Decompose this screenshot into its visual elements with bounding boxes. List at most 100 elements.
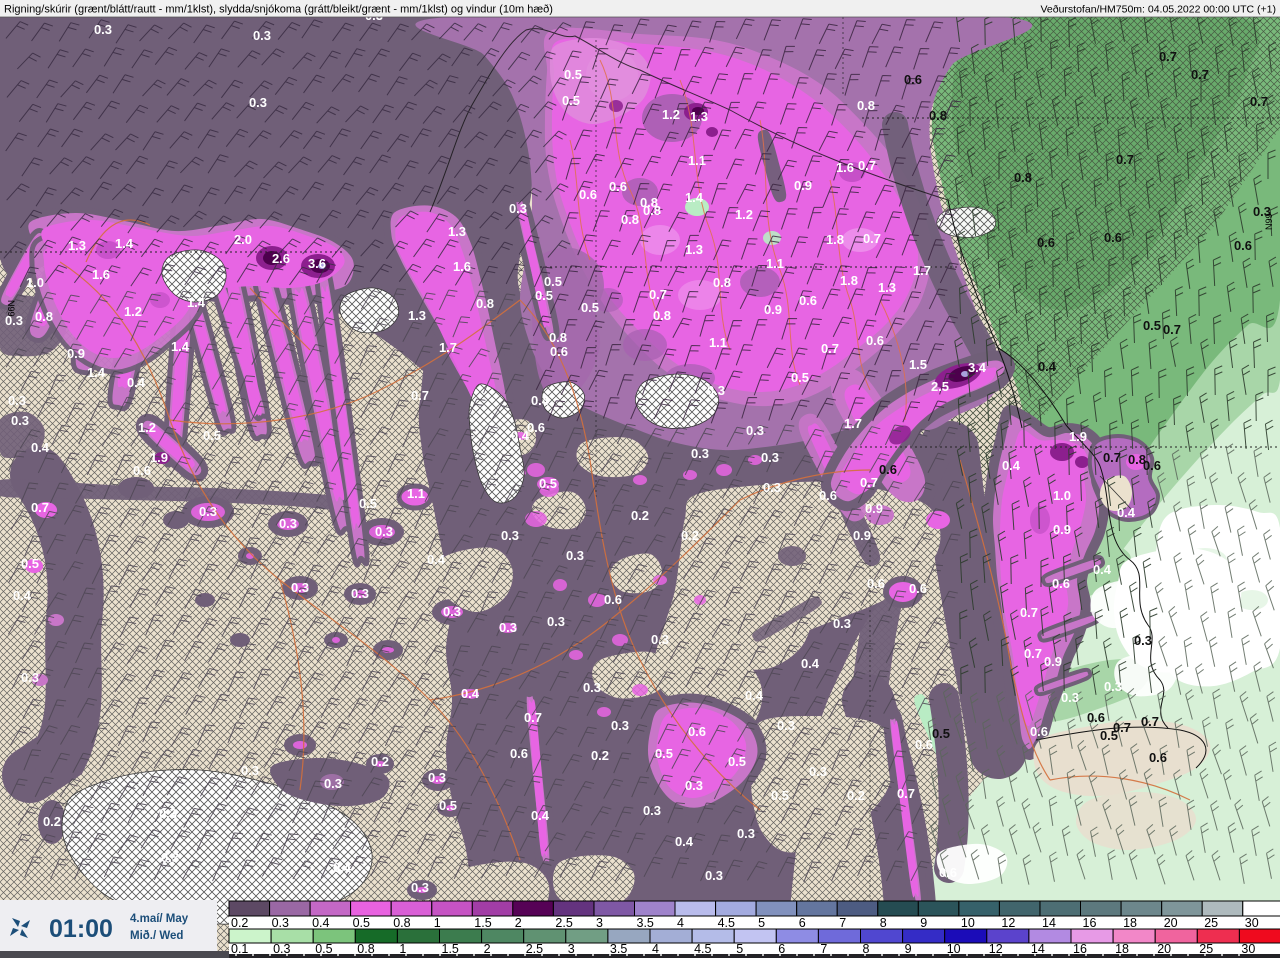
svg-text:0.3: 0.3 [443,604,461,619]
svg-text:0.7: 0.7 [1020,605,1038,620]
svg-text:0.4: 0.4 [1093,562,1112,577]
svg-text:0.9: 0.9 [853,528,871,543]
svg-text:0.8: 0.8 [640,195,658,210]
svg-text:0.1: 0.1 [231,942,248,956]
svg-text:16: 16 [1083,916,1097,930]
svg-text:0.7: 0.7 [821,341,839,356]
svg-text:0.3: 0.3 [611,718,629,733]
svg-text:1.5: 1.5 [909,357,927,372]
svg-text:0.6: 0.6 [510,746,528,761]
svg-text:0.8: 0.8 [857,98,875,113]
svg-text:3.6: 3.6 [308,256,326,271]
svg-text:1.7: 1.7 [913,263,931,278]
svg-text:0.2: 0.2 [681,528,699,543]
svg-text:30: 30 [1241,942,1255,956]
svg-text:4.5: 4.5 [718,916,735,930]
svg-text:1.2: 1.2 [735,207,753,222]
svg-text:4: 4 [677,916,684,930]
svg-text:0.2: 0.2 [43,814,61,829]
svg-text:0.3: 0.3 [1134,633,1152,648]
svg-text:0.5: 0.5 [564,67,582,82]
svg-text:0.9: 0.9 [67,346,85,361]
svg-text:1: 1 [434,916,441,930]
svg-text:0.3: 0.3 [691,446,709,461]
svg-text:0.4: 0.4 [531,393,550,408]
svg-text:9: 9 [905,942,912,956]
svg-text:1.9: 1.9 [1069,429,1087,444]
svg-text:0.3: 0.3 [249,95,267,110]
svg-text:1.1: 1.1 [688,153,706,168]
svg-text:0.5: 0.5 [932,726,950,741]
svg-text:1.4: 1.4 [115,236,134,251]
svg-text:0.3: 0.3 [1061,690,1079,705]
svg-text:2.6: 2.6 [272,251,290,266]
svg-text:1.3: 1.3 [878,280,896,295]
svg-text:0.7: 0.7 [1116,152,1134,167]
svg-text:0.5: 0.5 [1143,318,1161,333]
svg-text:0.7: 0.7 [1141,714,1159,729]
svg-text:0.6: 0.6 [609,179,627,194]
svg-text:0.3: 0.3 [8,393,26,408]
svg-text:0.7: 0.7 [649,287,667,302]
svg-text:2: 2 [515,916,522,930]
svg-text:0.6: 0.6 [1104,230,1122,245]
svg-text:0.7: 0.7 [411,388,429,403]
svg-text:0.7: 0.7 [1191,67,1209,82]
svg-text:0.8: 0.8 [1128,452,1146,467]
svg-text:0.3: 0.3 [707,383,725,398]
svg-text:1.6: 1.6 [92,267,110,282]
svg-text:1.8: 1.8 [840,273,858,288]
svg-text:0.6: 0.6 [879,462,897,477]
svg-text:0.3: 0.3 [21,670,39,685]
svg-text:14: 14 [1031,942,1045,956]
svg-text:20: 20 [1157,942,1171,956]
svg-text:1.8: 1.8 [826,232,844,247]
svg-text:01:00: 01:00 [49,915,113,943]
svg-text:0.3: 0.3 [761,450,779,465]
svg-text:0.3: 0.3 [763,480,781,495]
svg-text:0.5: 0.5 [315,942,332,956]
svg-text:12: 12 [1001,916,1015,930]
svg-text:N99: N99 [6,300,16,317]
svg-text:0.6: 0.6 [799,293,817,308]
svg-text:4: 4 [652,942,659,956]
svg-text:1: 1 [399,942,406,956]
svg-text:10: 10 [947,942,961,956]
svg-text:30: 30 [1245,916,1259,930]
svg-text:3: 3 [596,916,603,930]
svg-text:7: 7 [839,916,846,930]
svg-text:1.2: 1.2 [662,107,680,122]
svg-text:2: 2 [484,942,491,956]
svg-text:0.3: 0.3 [161,850,179,865]
svg-text:0.3: 0.3 [501,528,519,543]
svg-text:1.6: 1.6 [836,160,854,175]
svg-text:1.0: 1.0 [26,275,44,290]
svg-text:0.6: 0.6 [1087,710,1105,725]
svg-text:N99: N99 [1264,213,1274,230]
svg-text:1.3: 1.3 [690,109,708,124]
svg-text:0.7: 0.7 [31,500,49,515]
svg-text:25: 25 [1199,942,1213,956]
svg-text:0.6: 0.6 [688,724,706,739]
svg-text:2.0: 2.0 [234,232,252,247]
svg-text:1.7: 1.7 [439,340,457,355]
svg-text:10: 10 [961,916,975,930]
svg-text:0.4: 0.4 [531,808,550,823]
svg-text:0.5: 0.5 [791,370,809,385]
svg-text:0.7: 0.7 [897,786,915,801]
svg-text:0.6: 0.6 [939,865,957,880]
svg-text:7: 7 [820,942,827,956]
svg-text:1.0: 1.0 [1053,488,1071,503]
svg-text:0.8: 0.8 [357,942,374,956]
svg-text:0.3: 0.3 [685,778,703,793]
svg-text:0.3: 0.3 [375,524,393,539]
svg-text:0.4: 0.4 [13,588,32,603]
svg-text:0.8: 0.8 [393,916,410,930]
svg-text:3.4: 3.4 [968,360,987,375]
svg-text:0.3: 0.3 [291,580,309,595]
svg-text:0.2: 0.2 [231,916,248,930]
svg-text:16: 16 [1073,942,1087,956]
svg-text:0.6: 0.6 [915,737,933,752]
svg-text:0.5: 0.5 [581,300,599,315]
svg-text:0.8: 0.8 [476,296,494,311]
